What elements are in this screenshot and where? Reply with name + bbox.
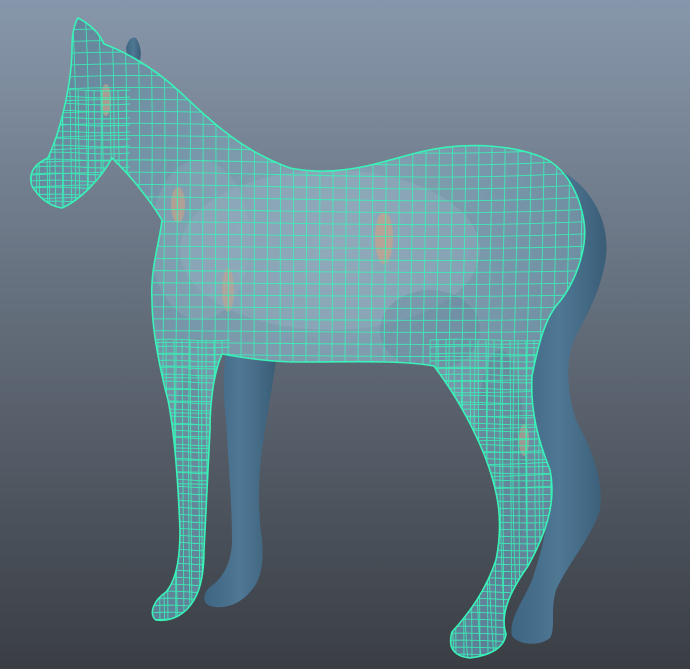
skin-patch-neck <box>171 187 185 223</box>
maya-3d-viewport[interactable] <box>0 0 690 669</box>
skin-patch-flank <box>375 212 393 264</box>
viewport-canvas[interactable] <box>0 0 690 669</box>
